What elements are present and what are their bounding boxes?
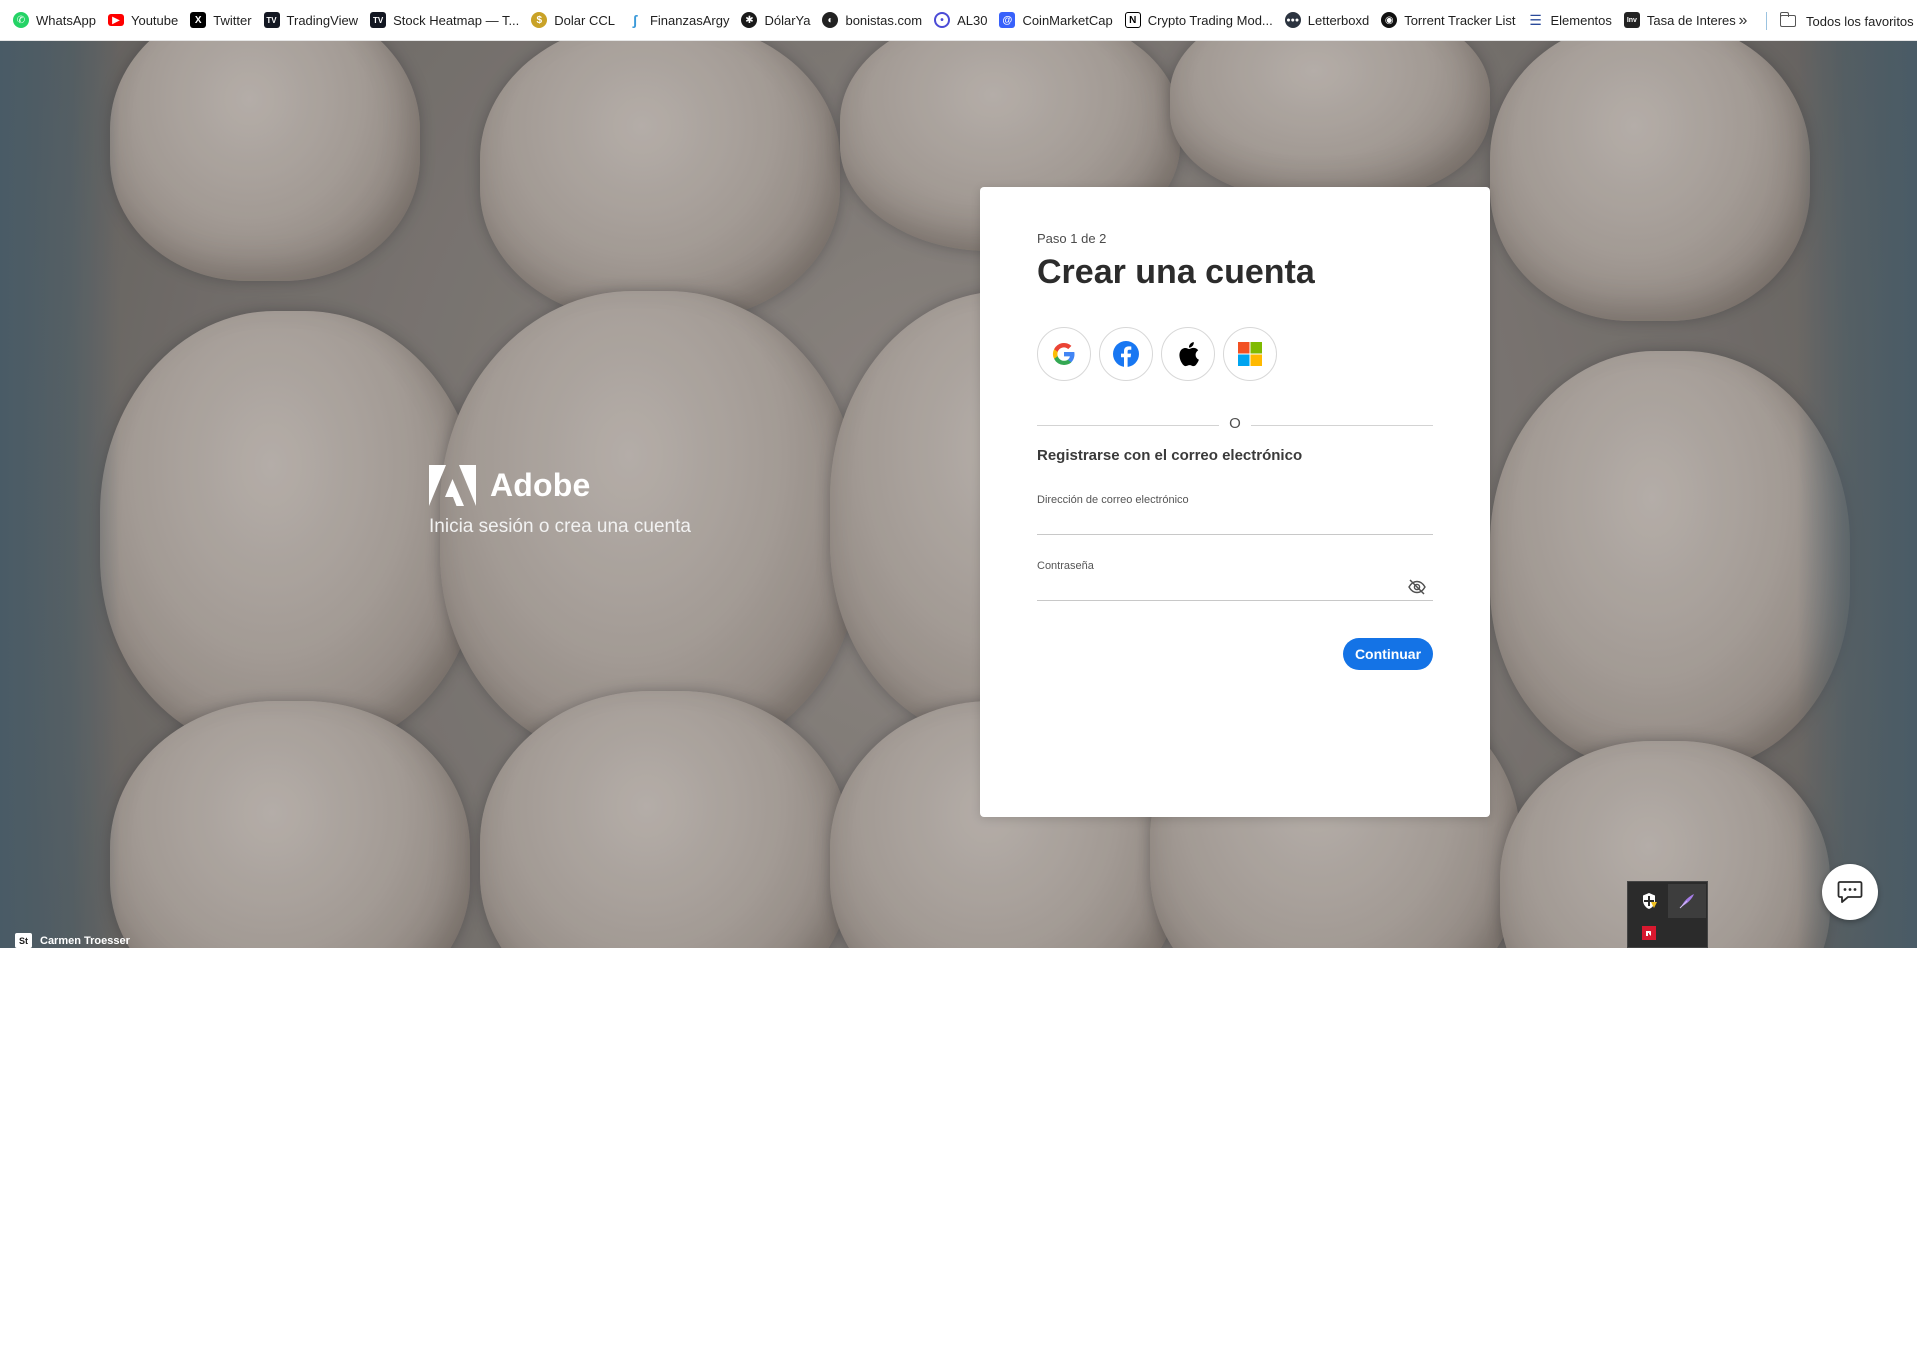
email-field[interactable] xyxy=(1037,509,1433,535)
tray-item-security[interactable] xyxy=(1630,884,1668,918)
bookmarks-separator xyxy=(1766,12,1767,30)
notion-icon: N xyxy=(1124,12,1141,28)
adobe-stock-icon: St xyxy=(15,933,32,948)
tray-item-feather[interactable] xyxy=(1668,884,1706,918)
brand-name: Adobe xyxy=(490,467,591,503)
bookmark-tasa-de-interes[interactable]: Inv Tasa de Interes xyxy=(1621,5,1743,35)
bookmark-label: Torrent Tracker List xyxy=(1404,12,1516,28)
bookmark-label: Dolar CCL xyxy=(554,12,615,28)
bookmark-label: TradingView xyxy=(286,12,359,28)
google-icon xyxy=(1052,342,1075,366)
password-label: Contraseña xyxy=(1037,560,1094,572)
system-tray-overflow xyxy=(1627,881,1708,948)
tradingview-icon: TV xyxy=(263,12,280,28)
tray-item-amd[interactable] xyxy=(1630,916,1668,950)
bookmark-crypto-trading[interactable]: N Crypto Trading Mod... xyxy=(1122,5,1280,35)
letterboxd-icon: ●●● xyxy=(1284,12,1301,28)
bookmark-coinmarketcap[interactable]: @ CoinMarketCap xyxy=(996,5,1119,35)
bookmark-label: Stock Heatmap — T... xyxy=(393,12,520,28)
photographer-name[interactable]: Carmen Troesser xyxy=(40,935,130,947)
bookmark-whatsapp[interactable]: ✆ WhatsApp xyxy=(10,5,103,35)
bookmark-dolar-ccl[interactable]: $ Dolar CCL xyxy=(528,5,622,35)
bookmark-label: CoinMarketCap xyxy=(1022,12,1113,28)
photo-credit: St Carmen Troesser xyxy=(15,933,130,948)
continue-button[interactable]: Continuar xyxy=(1343,638,1433,670)
bookmark-dolarya[interactable]: ✱ DólarYa xyxy=(738,5,817,35)
bookmark-tradingview[interactable]: TV TradingView xyxy=(261,5,366,35)
shield-warning-icon xyxy=(1643,893,1657,909)
all-favorites-button[interactable]: Todos los favoritos xyxy=(1779,6,1914,36)
bookmark-twitter[interactable]: X Twitter xyxy=(187,5,258,35)
all-favorites-label: Todos los favoritos xyxy=(1806,13,1914,29)
bookmarks-bar: ✆ WhatsApp ▶ Youtube X Twitter TV Tradin… xyxy=(0,0,1917,41)
bookmark-label: WhatsApp xyxy=(36,12,96,28)
bookmark-label: Youtube xyxy=(130,12,179,28)
chevron-double-right-icon[interactable]: » xyxy=(1730,8,1756,34)
finanzas-icon: ʃ xyxy=(632,12,638,28)
chat-support-button[interactable] xyxy=(1822,864,1878,920)
google-signin-button[interactable] xyxy=(1037,327,1091,381)
social-login-row xyxy=(1037,327,1285,381)
x-icon: X xyxy=(190,12,207,28)
facebook-icon xyxy=(1113,341,1139,367)
adobe-logo-icon xyxy=(429,465,476,506)
bookmark-stock-heatmap[interactable]: TV Stock Heatmap — T... xyxy=(367,5,526,35)
microsoft-icon xyxy=(1238,342,1262,366)
hide-password-icon[interactable] xyxy=(1407,579,1427,595)
bookmark-label: FinanzasArgy xyxy=(649,12,730,28)
bookmark-letterboxd[interactable]: ●●● Letterboxd xyxy=(1282,5,1376,35)
brand-tagline: Inicia sesión o crea una cuenta xyxy=(429,516,691,537)
elementos-icon: ☰ xyxy=(1529,11,1542,28)
bookmark-label: Letterboxd xyxy=(1307,12,1370,28)
bookmark-bonistas[interactable]: ◐ bonistas.com xyxy=(819,5,929,35)
register-with-email-label: Registrarse con el correo electrónico xyxy=(1037,447,1303,464)
microsoft-signin-button[interactable] xyxy=(1223,327,1277,381)
hero-background xyxy=(0,41,1917,948)
torrent-icon: ◉ xyxy=(1381,12,1398,28)
dolarya-icon: ✱ xyxy=(741,12,758,28)
bookmark-label: Crypto Trading Mod... xyxy=(1147,12,1273,28)
feather-icon xyxy=(1679,894,1694,909)
page-title: Crear una cuenta xyxy=(1037,253,1315,291)
divider-line xyxy=(1251,425,1433,426)
signup-card: Paso 1 de 2 Crear una cuenta O Registrar… xyxy=(980,187,1490,817)
apple-icon xyxy=(1179,342,1199,367)
apple-signin-button[interactable] xyxy=(1161,327,1215,381)
password-field[interactable] xyxy=(1037,575,1433,601)
bonistas-icon: ◐ xyxy=(822,12,839,28)
investing-icon: Inv xyxy=(1623,12,1640,28)
chat-bubble-icon xyxy=(1837,881,1863,903)
coinmarketcap-icon: @ xyxy=(999,12,1016,28)
bookmark-torrent-tracker[interactable]: ◉ Torrent Tracker List xyxy=(1378,5,1522,35)
brand-block: Adobe Inicia sesión o crea una cuenta xyxy=(429,465,691,538)
folder-icon xyxy=(1779,12,1796,27)
email-label: Dirección de correo electrónico xyxy=(1037,494,1189,506)
bookmark-youtube[interactable]: ▶ Youtube xyxy=(105,5,185,35)
background-overlay xyxy=(0,41,1917,948)
bookmark-al30[interactable]: • AL30 xyxy=(931,5,994,35)
whatsapp-icon: ✆ xyxy=(13,12,29,28)
bookmark-label: Twitter xyxy=(213,12,252,28)
bookmark-elementos[interactable]: ☰ Elementos xyxy=(1524,5,1618,35)
al30-icon: • xyxy=(934,12,951,28)
tradingview-icon: TV xyxy=(370,12,387,28)
bookmark-label: bonistas.com xyxy=(845,12,923,28)
facebook-signin-button[interactable] xyxy=(1099,327,1153,381)
youtube-icon: ▶ xyxy=(107,14,124,26)
or-divider: O xyxy=(1037,415,1433,435)
bookmark-label: Elementos xyxy=(1550,12,1612,28)
bookmark-label: Tasa de Interes xyxy=(1646,12,1736,28)
divider-text: O xyxy=(1229,415,1241,432)
divider-line xyxy=(1037,425,1219,426)
amd-icon xyxy=(1642,926,1656,940)
bookmark-label: AL30 xyxy=(957,12,988,28)
step-indicator: Paso 1 de 2 xyxy=(1037,231,1107,246)
coin-icon: $ xyxy=(531,12,548,28)
bookmark-finanzasargy[interactable]: ʃ FinanzasArgy xyxy=(624,5,736,35)
bookmark-label: DólarYa xyxy=(764,12,811,28)
